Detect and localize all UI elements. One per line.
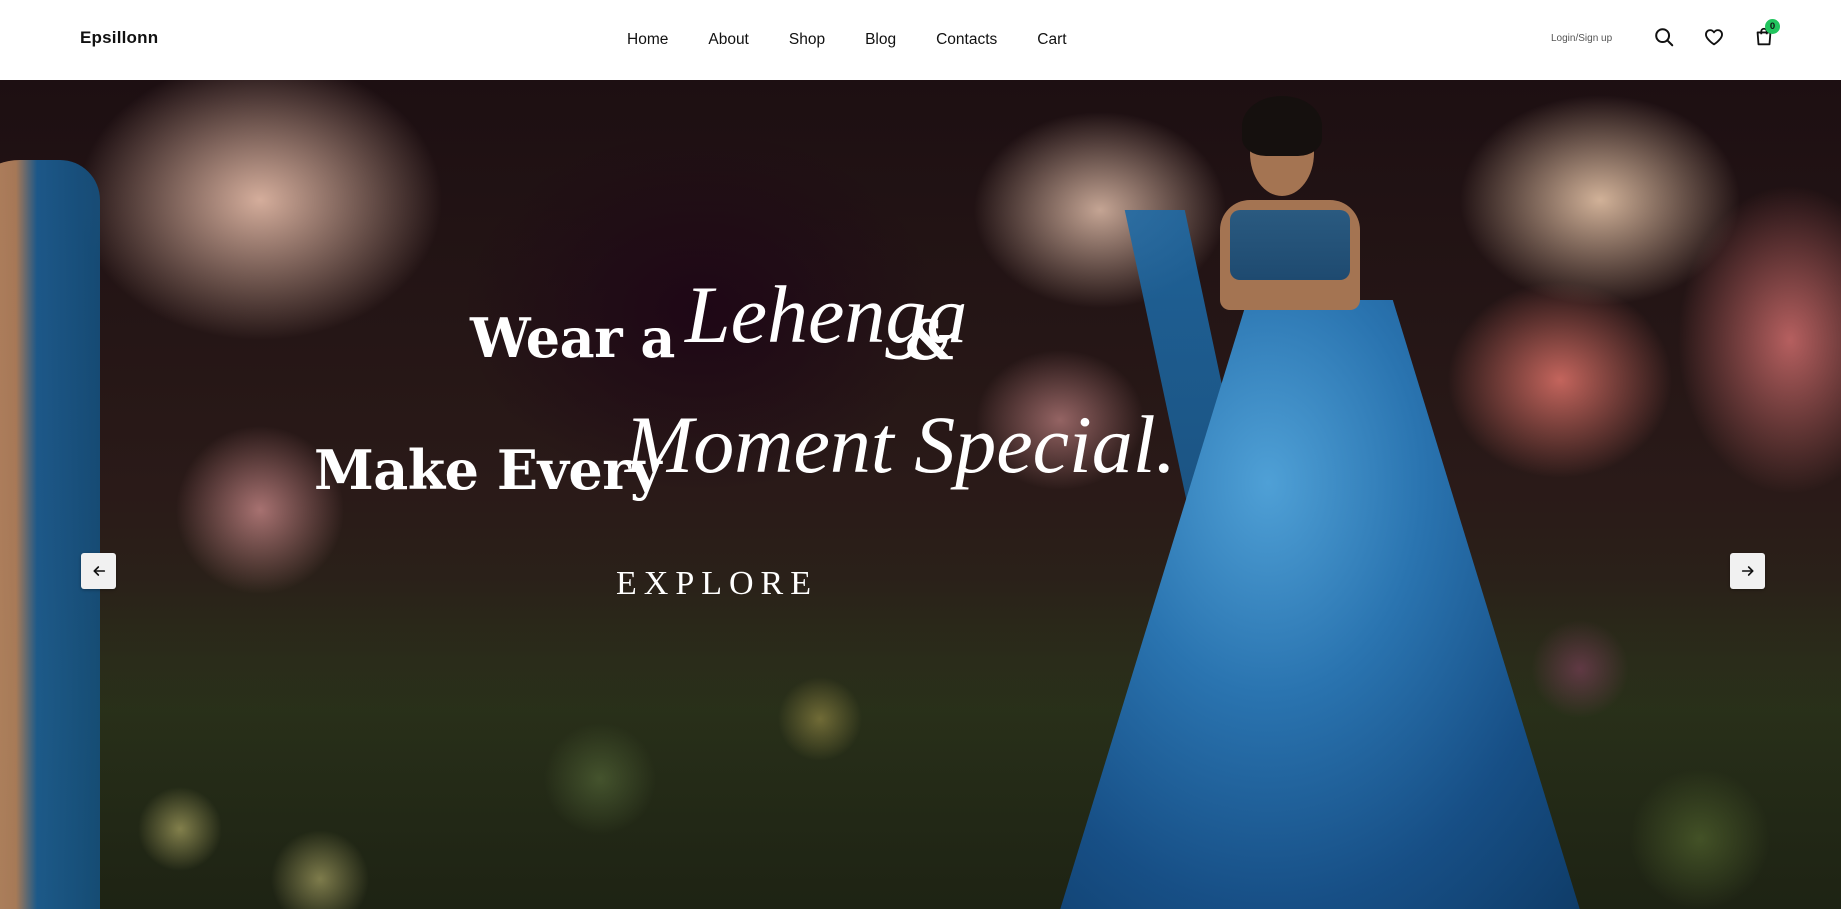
site-header: Epsillonn Home About Shop Blog Contacts … (0, 0, 1841, 80)
nav-item-contacts[interactable]: Contacts (936, 30, 997, 50)
arrow-right-icon (1741, 566, 1753, 576)
hero-banner: Wear a Lehenga & Make Every Moment Speci… (0, 80, 1841, 909)
nav-item-home[interactable]: Home (627, 30, 668, 50)
nav-item-cart[interactable]: Cart (1037, 30, 1066, 50)
nav-item-shop[interactable]: Shop (789, 30, 825, 50)
carousel-next-button[interactable] (1730, 553, 1765, 589)
heart-icon[interactable] (1703, 26, 1725, 48)
arrow-left-icon (93, 566, 105, 576)
model-left-partial (0, 160, 100, 909)
search-icon[interactable] (1653, 26, 1675, 48)
carousel-prev-button[interactable] (81, 553, 116, 589)
main-nav: Home About Shop Blog Contacts Cart (627, 30, 1107, 50)
headline-line1-bold: Wear a (470, 306, 675, 370)
model-lehenga (1060, 90, 1580, 909)
brand-logo[interactable]: Epsillonn (80, 28, 158, 48)
cart-count-badge: 0 (1765, 19, 1780, 34)
nav-item-about[interactable]: About (708, 30, 749, 50)
login-signup-link[interactable]: Login/Sign up (1551, 33, 1612, 44)
headline-line1-script: Lehenga (685, 269, 968, 360)
explore-cta[interactable]: EXPLORE (616, 565, 818, 603)
nav-item-blog[interactable]: Blog (865, 30, 896, 50)
headline-line2-bold: Make Every (314, 438, 662, 502)
headline-ampersand: & (905, 308, 954, 372)
